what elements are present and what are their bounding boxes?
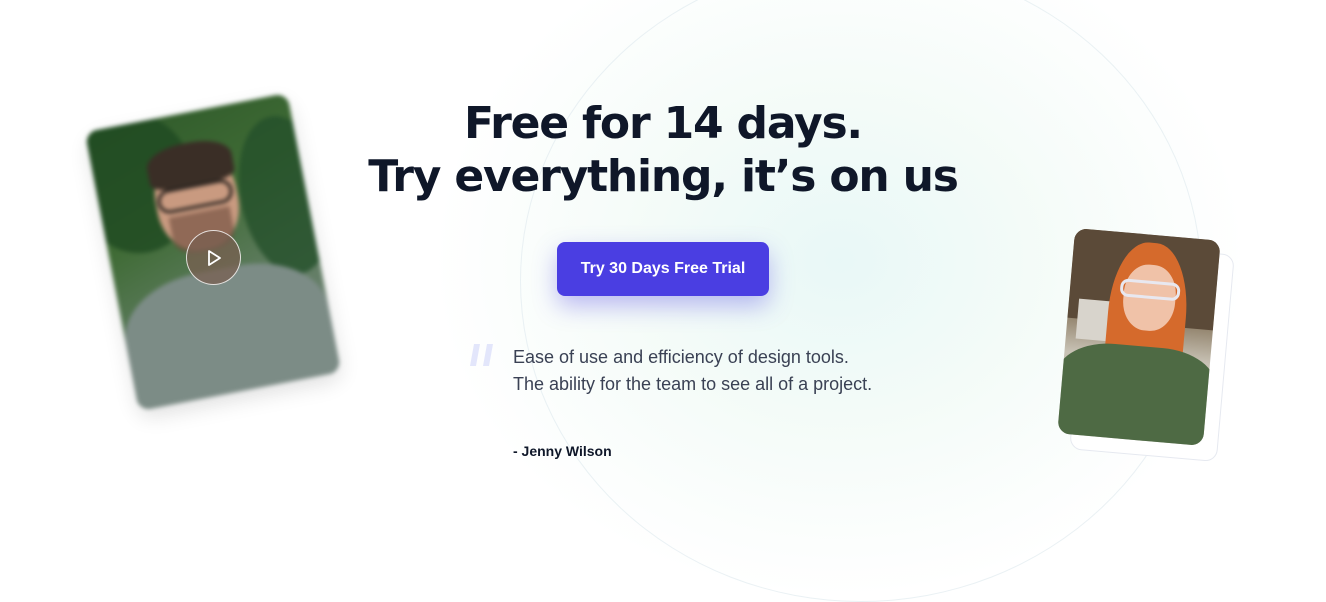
- testimonial-photo: [1057, 228, 1221, 446]
- headline-line-1: Free for 14 days.: [464, 98, 863, 149]
- testimonial-author: - Jenny Wilson: [513, 443, 612, 459]
- play-button[interactable]: [186, 230, 241, 285]
- free-trial-button[interactable]: Try 30 Days Free Trial: [557, 242, 769, 296]
- play-icon: [207, 249, 221, 266]
- hero-headline: Free for 14 days. Try everything, it’s o…: [0, 97, 1326, 203]
- headline-line-2: Try everything, it’s on us: [368, 151, 959, 202]
- testimonial-quote: Ease of use and efficiency of design too…: [513, 347, 873, 394]
- quote-mark-icon: [470, 344, 493, 366]
